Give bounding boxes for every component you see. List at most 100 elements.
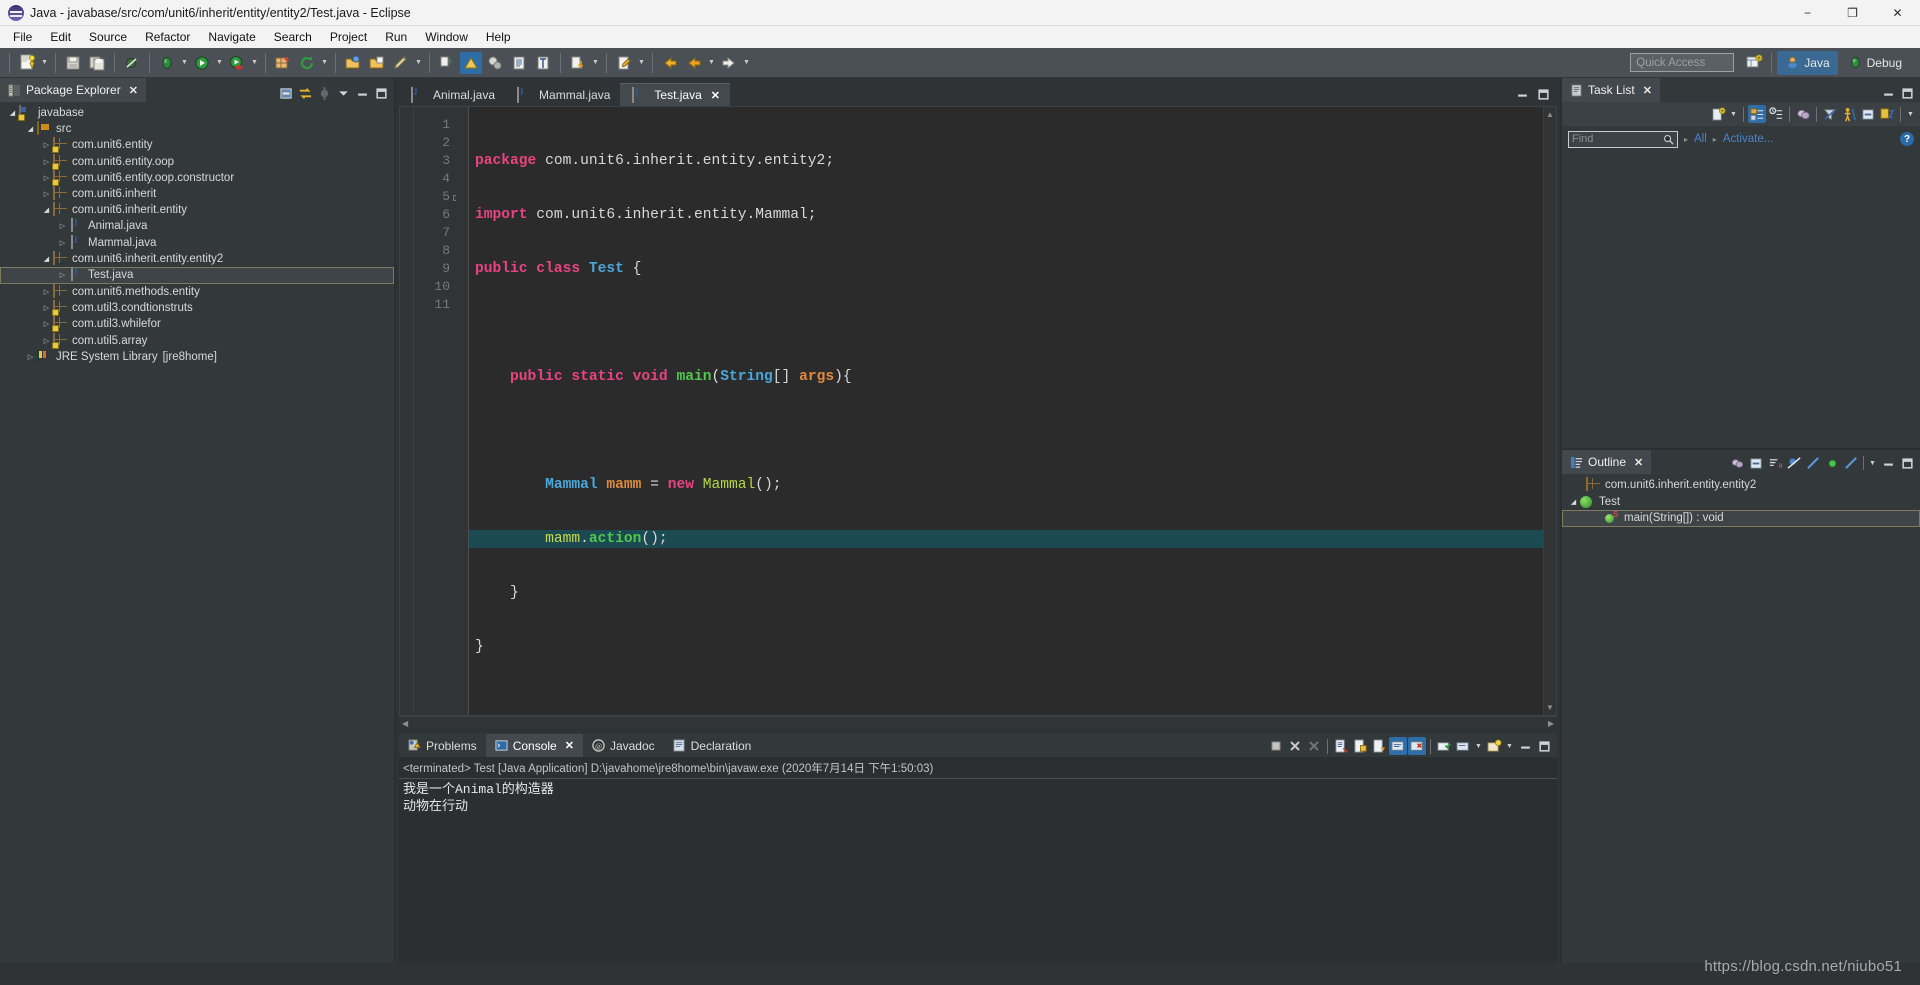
open-console-icon[interactable] (1454, 737, 1472, 755)
new-wizard-dropdown-icon[interactable]: ▼ (39, 52, 50, 74)
editor-vertical-scrollbar[interactable]: ▲ ▼ (1543, 107, 1556, 715)
tree-item-animal-java[interactable]: ▷ Animal.java (0, 218, 394, 234)
code-editor[interactable]: 1 2 3 4 5 6 7 8 9 10 11 package com.unit… (399, 106, 1557, 716)
minimize-editor-icon[interactable] (1513, 85, 1531, 103)
twisty-open-icon[interactable]: ◢ (40, 255, 53, 263)
last-edit-location-icon[interactable] (613, 52, 635, 74)
scroll-left-icon[interactable]: ◀ (402, 719, 408, 728)
minimize-outline-icon[interactable] (1879, 454, 1897, 472)
open-type-icon[interactable] (366, 52, 388, 74)
tab-outline[interactable]: Outline ✕ (1562, 450, 1652, 474)
tree-item-package[interactable]: ▷ com.util3.whilefor (0, 316, 394, 333)
next-annotation-dropdown-icon[interactable]: ▼ (590, 52, 601, 74)
outline-item-class-test[interactable]: ◢ Test (1562, 494, 1920, 511)
last-edit-dropdown-icon[interactable]: ▼ (636, 52, 647, 74)
console-output-text[interactable]: 我是一个Animal的构造器 动物在行动 (399, 779, 1557, 963)
menu-window[interactable]: Window (416, 28, 477, 46)
hide-static-icon[interactable] (1804, 454, 1822, 472)
menu-search[interactable]: Search (265, 28, 321, 46)
forward-back-icon[interactable] (683, 52, 705, 74)
tree-item-package[interactable]: ▷ com.util3.condtionstruts (0, 300, 394, 317)
terminate-icon[interactable] (1267, 737, 1285, 755)
menu-refactor[interactable]: Refactor (136, 28, 199, 46)
tab-task-list[interactable]: Task List ✕ (1562, 78, 1660, 102)
editor-tab-test-java[interactable]: Test.java ✕ (620, 83, 730, 106)
tree-item-src[interactable]: ◢ src (0, 121, 394, 137)
menu-navigate[interactable]: Navigate (199, 28, 264, 46)
twisty-open-icon[interactable]: ◢ (24, 125, 37, 133)
scroll-up-icon[interactable]: ▲ (1546, 110, 1554, 119)
hide-local-types-icon[interactable] (1842, 454, 1860, 472)
close-icon[interactable]: ✕ (711, 89, 720, 102)
collapse-all-tasks-icon[interactable] (1859, 105, 1877, 123)
link-with-editor-icon[interactable] (296, 84, 314, 102)
menu-help[interactable]: Help (477, 28, 520, 46)
scroll-down-icon[interactable]: ▼ (1546, 703, 1554, 712)
save-all-icon[interactable] (86, 52, 108, 74)
tree-item-package[interactable]: ▷ com.unit6.entity.oop (0, 153, 394, 170)
skip-breakpoints-icon[interactable] (121, 52, 143, 74)
debug-dropdown-icon[interactable]: ▼ (179, 52, 190, 74)
remove-launch-icon[interactable] (1286, 737, 1304, 755)
run-coverage-dropdown-icon[interactable]: ▼ (249, 52, 260, 74)
minimize-console-icon[interactable] (1516, 737, 1534, 755)
new-java-package-icon[interactable] (272, 52, 294, 74)
menu-source[interactable]: Source (80, 28, 136, 46)
tab-javadoc[interactable]: @ Javadoc (583, 734, 664, 757)
focus-on-workweek-icon[interactable] (1794, 105, 1812, 123)
menu-file[interactable]: File (4, 28, 41, 46)
tree-item-package[interactable]: ▷ com.unit6.inherit (0, 186, 394, 202)
new-console-dropdown-icon[interactable]: ▼ (1504, 735, 1515, 757)
new-task-dropdown-icon[interactable]: ▼ (1728, 103, 1739, 125)
new-console-view-icon[interactable] (1485, 737, 1503, 755)
tree-item-package[interactable]: ▷ com.unit6.methods.entity (0, 283, 394, 300)
editor-tab-mammal-java[interactable]: Mammal.java (505, 83, 620, 106)
filter-all-link[interactable]: All (1694, 133, 1707, 145)
forward-icon[interactable] (718, 52, 740, 74)
scroll-lock-icon[interactable] (1351, 737, 1369, 755)
close-icon[interactable]: ✕ (1643, 84, 1652, 97)
twisty-closed-icon[interactable]: ▷ (56, 222, 69, 230)
tab-declaration[interactable]: Declaration (664, 734, 761, 757)
close-icon[interactable]: ✕ (1634, 456, 1643, 469)
twisty-closed-icon[interactable]: ▷ (24, 353, 37, 361)
pin-console-icon[interactable] (1370, 737, 1388, 755)
minimize-view-icon[interactable] (353, 84, 371, 102)
edit-icon[interactable] (390, 52, 412, 74)
minimize-button[interactable]: − (1785, 0, 1830, 26)
clear-console-icon[interactable] (1332, 737, 1350, 755)
tree-item-package[interactable]: ▷ com.unit6.entity.oop.constructor (0, 169, 394, 186)
search-icon[interactable] (436, 52, 458, 74)
tree-item-package-inherit-entity[interactable]: ◢ com.unit6.inherit.entity (0, 202, 394, 218)
edit-dropdown-icon[interactable]: ▼ (413, 52, 424, 74)
maximize-task-list-icon[interactable] (1898, 84, 1916, 102)
tree-item-package[interactable]: ▷ com.unit6.entity (0, 137, 394, 154)
tree-item-mammal-java[interactable]: ▷ Mammal.java (0, 234, 394, 251)
menu-project[interactable]: Project (321, 28, 376, 46)
synchronize-changed-icon[interactable] (1878, 105, 1896, 123)
twisty-open-icon[interactable]: ◢ (40, 206, 53, 214)
minimize-task-list-icon[interactable] (1879, 84, 1897, 102)
hide-non-public-icon[interactable] (1823, 454, 1841, 472)
outline-item-package[interactable]: com.unit6.inherit.entity.entity2 (1562, 477, 1920, 494)
toggle-block-selection-icon[interactable] (508, 52, 530, 74)
view-menu-icon[interactable] (334, 84, 352, 102)
run-dropdown-icon[interactable]: ▼ (214, 52, 225, 74)
activate-link[interactable]: Activate... (1723, 133, 1774, 145)
menu-edit[interactable]: Edit (41, 28, 80, 46)
tab-problems[interactable]: Problems (399, 734, 486, 757)
run-coverage-icon[interactable] (226, 52, 248, 74)
open-console-dropdown-icon[interactable]: ▼ (1473, 735, 1484, 757)
show-console-on-output-icon[interactable] (1389, 737, 1407, 755)
collapse-all-outline-icon[interactable] (1747, 454, 1765, 472)
tree-item-package[interactable]: ▷ com.util5.array (0, 332, 394, 349)
focus-on-active-task-icon[interactable] (1840, 105, 1858, 123)
task-find-input[interactable]: Find (1568, 130, 1678, 148)
close-icon[interactable]: ✕ (565, 739, 574, 752)
remove-all-launches-icon[interactable] (1305, 737, 1323, 755)
editor-source-text[interactable]: package com.unit6.inherit.entity.entity2… (469, 107, 1543, 715)
tab-package-explorer[interactable]: Package Explorer ✕ (0, 78, 146, 102)
new-task-icon[interactable] (1709, 105, 1727, 123)
show-console-on-error-icon[interactable] (1408, 737, 1426, 755)
run-icon[interactable] (191, 52, 213, 74)
